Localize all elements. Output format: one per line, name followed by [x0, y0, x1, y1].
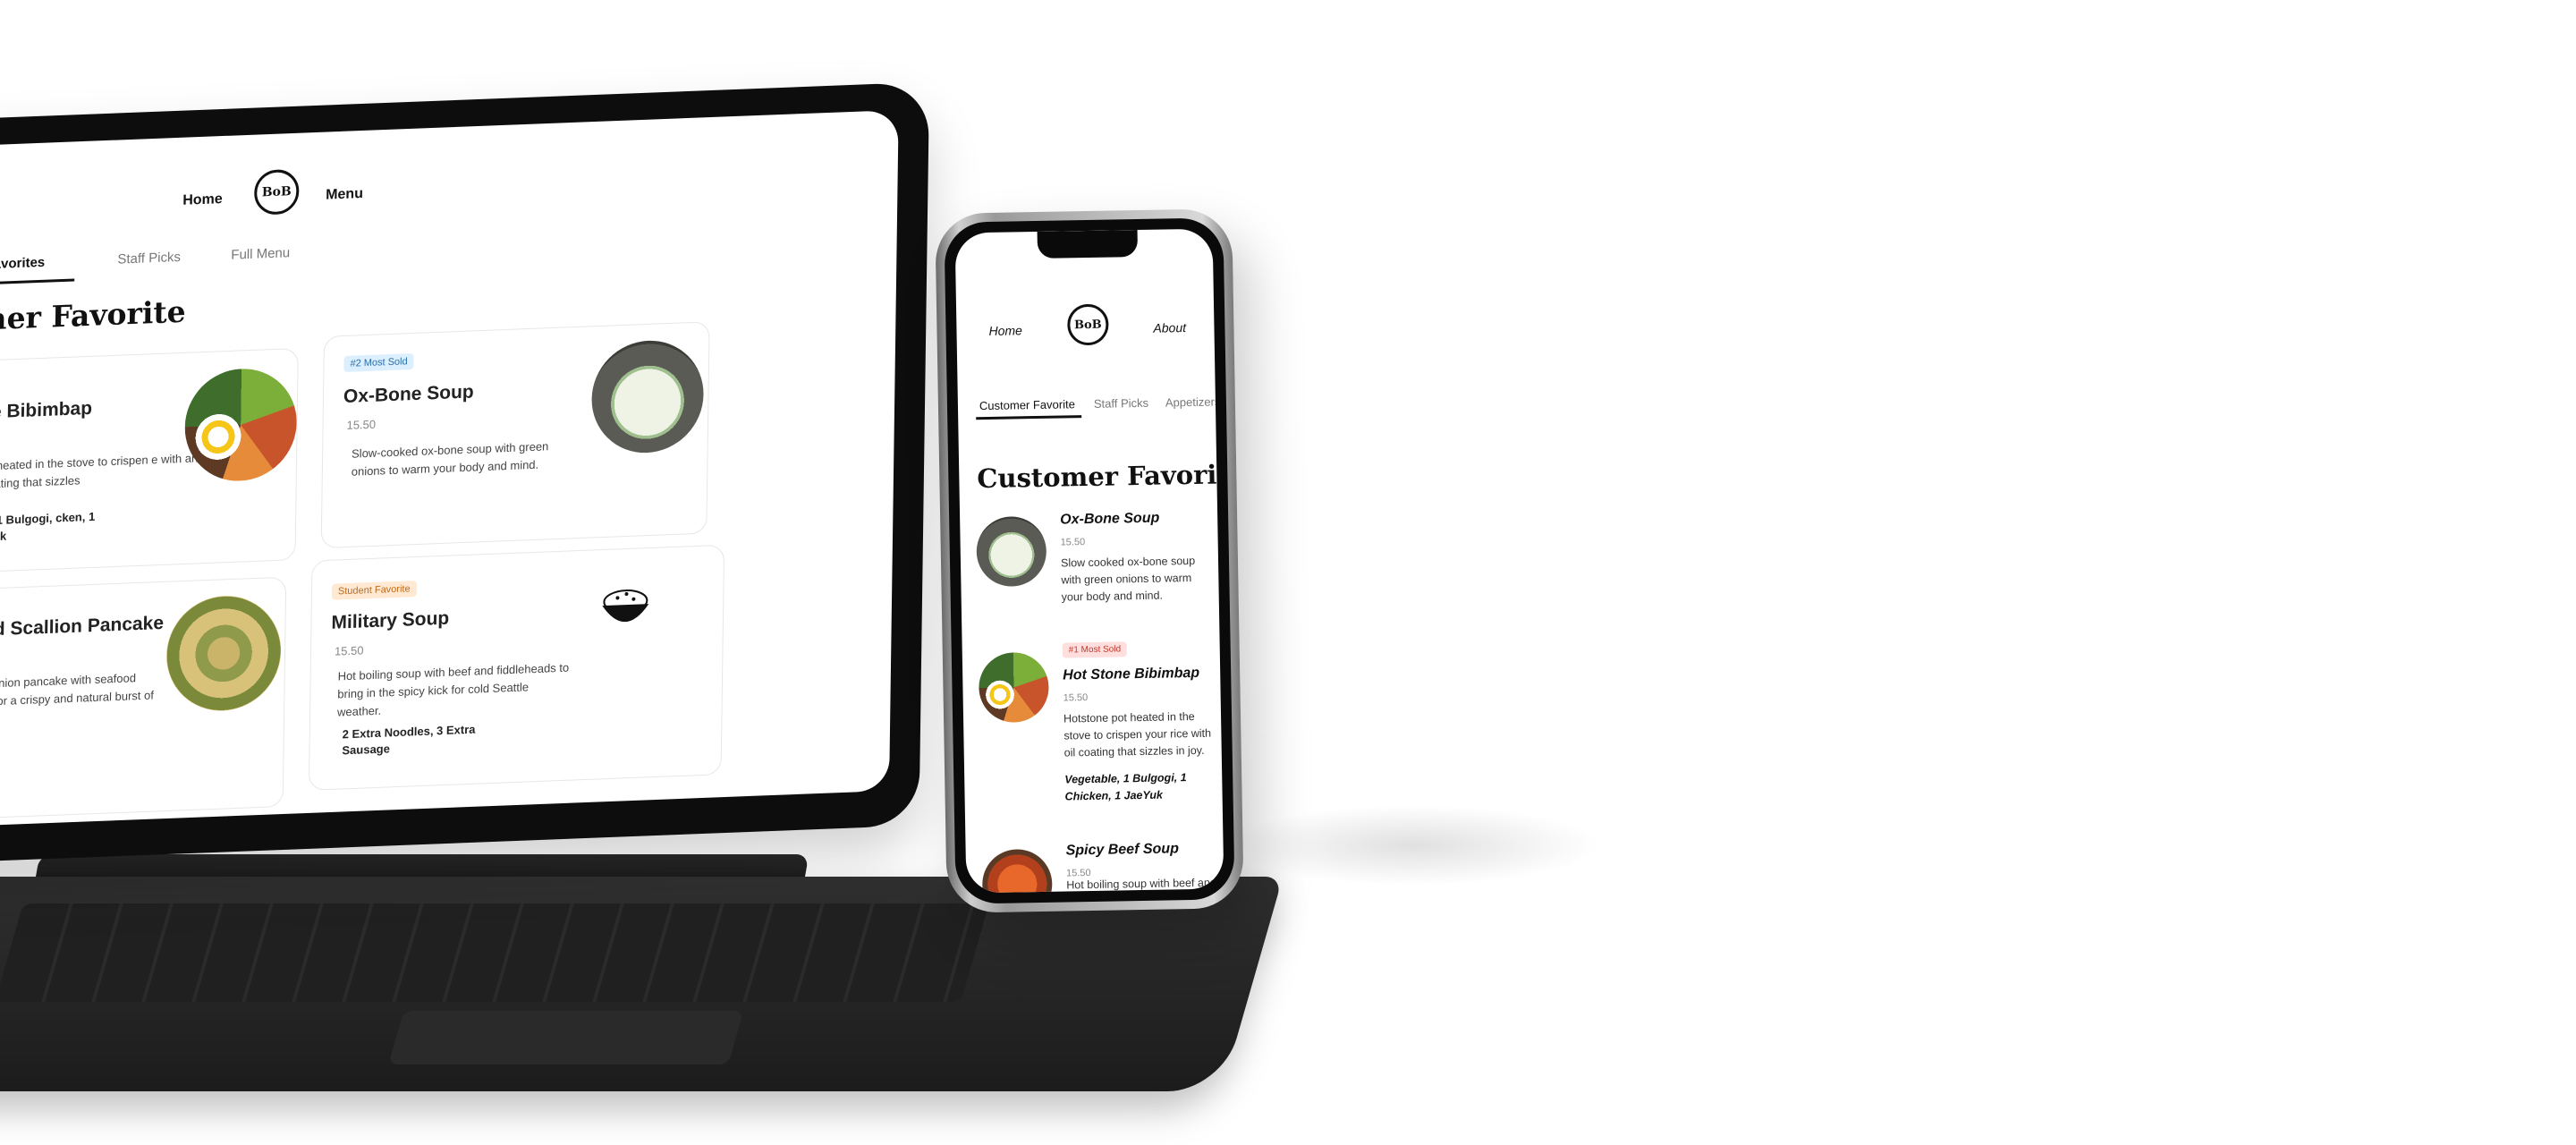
tablet-tabs: Favorites Staff Picks Full Menu: [0, 222, 897, 299]
item-description: Hotstone pot heated in the stove to cris…: [1063, 709, 1212, 759]
logo-text: BoB: [1073, 318, 1102, 332]
tablet-frame: Home BoB Menu Favorites Staff Picks Full…: [0, 81, 930, 869]
ox-bone-soup-photo: [976, 515, 1047, 588]
active-tab-underline: [0, 278, 75, 285]
card-price: 15.50: [346, 417, 377, 432]
item-options: Vegetable, 1 Bulgogi, 1 Chicken, 1 JaeYu…: [1064, 771, 1187, 803]
keyboard-keys: [0, 903, 989, 1002]
tab-customer-favorite[interactable]: Customer Favorite: [979, 397, 1075, 412]
card-name: one Bibimbap: [0, 397, 93, 423]
item-name: Spicy Beef Soup: [1065, 841, 1180, 859]
menu-card-scallion-pancake[interactable]: eafood Scallion Pancake 50 he green onio…: [0, 576, 287, 821]
logo-icon[interactable]: BoB: [1066, 303, 1109, 346]
rice-bowl-icon: [597, 584, 654, 634]
item-description: Slow cooked ox-bone soup with green onio…: [1060, 554, 1196, 604]
menu-card-bibimbap[interactable]: d one Bibimbap e pot heated in the stove…: [0, 347, 299, 573]
logo-icon[interactable]: BoB: [253, 168, 300, 216]
tablet-screen: Home BoB Menu Favorites Staff Picks Full…: [0, 109, 899, 833]
phone-notch: [1037, 230, 1139, 259]
card-options: 2 Extra Noodles, 3 Extra Sausage: [342, 722, 476, 758]
phone-shadow: [1225, 805, 1601, 886]
card-price: 15.50: [334, 643, 364, 658]
bibimbap-photo: [978, 651, 1050, 724]
card-name: eafood Scallion Pancake: [0, 612, 165, 642]
card-options: able, 1 Bulgogi, cken, 1 JaeYuk: [0, 509, 96, 545]
card-description: Slow-cooked ox-bone soup with green onio…: [351, 439, 549, 479]
tab-favorites[interactable]: Favorites: [0, 255, 45, 273]
tab-full-menu[interactable]: Full Menu: [231, 245, 290, 263]
badge: #1 Most Sold: [1062, 641, 1128, 658]
item-description: Hot boiling soup with beef and: [1066, 876, 1216, 892]
page-title: Customer Favorite: [977, 458, 1224, 495]
trackpad: [388, 1011, 744, 1064]
bibimbap-photo: [183, 366, 298, 483]
menu-card-military-soup[interactable]: Student Favorite Military Soup 15.50 Hot…: [308, 544, 725, 791]
card-name: Military Soup: [331, 607, 450, 633]
nav-home-link[interactable]: Home: [182, 191, 223, 209]
card-description: e pot heated in the stove to crispen e w…: [0, 451, 199, 491]
nav-menu-link[interactable]: Menu: [326, 186, 363, 204]
menu-card-ox-bone-soup[interactable]: #2 Most Sold Ox-Bone Soup 15.50 Slow-coo…: [320, 321, 710, 549]
pancake-photo: [165, 593, 282, 713]
phone-device: Home BoB About Customer Favorite Staff P…: [935, 208, 1244, 913]
tablet-device: Home BoB Menu Favorites Staff Picks Full…: [0, 81, 930, 869]
badge: #2 Most Sold: [343, 352, 414, 373]
active-tab-underline: [976, 415, 1082, 420]
tab-appetizers[interactable]: Appetizers: [1165, 394, 1221, 409]
item-price: 15.50: [1060, 537, 1086, 548]
tab-staff-picks[interactable]: Staff Picks: [1094, 396, 1148, 411]
card-description: Hot boiling soup with beef and fiddlehea…: [336, 660, 570, 719]
phone-screen: Home BoB About Customer Favorite Staff P…: [954, 228, 1224, 894]
tab-staff-picks[interactable]: Staff Picks: [117, 250, 181, 267]
spicy-beef-soup-photo: [981, 848, 1053, 894]
page-title: mer Favorite: [0, 293, 186, 337]
item-price: 15.50: [1063, 692, 1089, 704]
item-name: Ox-Bone Soup: [1060, 510, 1160, 528]
item-name: Hot Stone Bibimbap: [1063, 665, 1200, 683]
nav-home-link[interactable]: Home: [988, 323, 1022, 338]
ox-bone-soup-photo: [590, 338, 705, 455]
phone-bezel: Home BoB About Customer Favorite Staff P…: [944, 217, 1235, 904]
card-name: Ox-Bone Soup: [343, 381, 474, 408]
card-description: he green onion pancake with seafood and …: [0, 671, 155, 709]
nav-about-link[interactable]: About: [1153, 320, 1186, 335]
logo-text: BoB: [261, 184, 292, 200]
badge: Student Favorite: [331, 581, 417, 600]
